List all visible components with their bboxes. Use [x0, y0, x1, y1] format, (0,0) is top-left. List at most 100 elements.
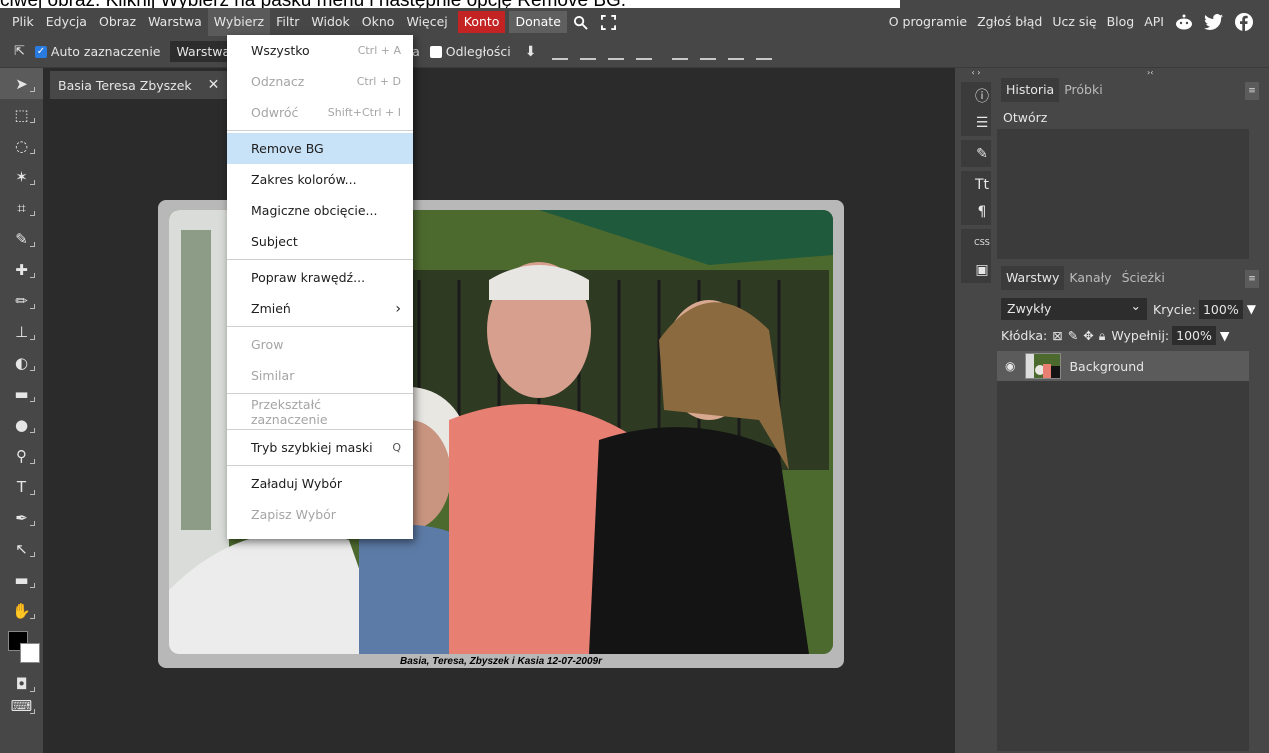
distribute-horizontal-icon[interactable] [756, 44, 773, 60]
pen-tool[interactable]: ✒ [0, 502, 43, 533]
menu-item-similar[interactable]: Similar [227, 360, 413, 391]
lock-all-icon[interactable]: 🔒︎ [1099, 328, 1106, 344]
move-tool[interactable]: ➤ [0, 68, 43, 99]
tab-probki[interactable]: Próbki [1059, 78, 1107, 102]
tab-warstwy[interactable]: Warstwy [1001, 266, 1065, 290]
shape-tool[interactable]: ▬ [0, 564, 43, 595]
image-icon[interactable]: ▣ [967, 256, 997, 283]
gradient-tool[interactable]: ▬ [0, 378, 43, 409]
keyboard-icon[interactable]: ⌨ [0, 690, 43, 721]
distribute-top-icon[interactable] [672, 44, 689, 60]
opacity-input[interactable]: 100% [1198, 299, 1243, 319]
link-o-programie[interactable]: O programie [884, 8, 972, 36]
crop-tool[interactable]: ⌗ [0, 192, 43, 223]
layer-row-background[interactable]: ◉ Background [997, 351, 1249, 381]
distribute-bottom-icon[interactable] [728, 44, 745, 60]
wybierz-dropdown-menu: Wszystko Ctrl + A Odznacz Ctrl + D Odwró… [227, 35, 413, 539]
menu-item-zmien[interactable]: Zmień › [227, 293, 413, 324]
menu-wiecej[interactable]: Więcej [400, 8, 453, 36]
character-icon[interactable]: Tt [967, 171, 997, 198]
align-center-icon[interactable] [580, 44, 597, 60]
brush-tool[interactable]: ✏ [0, 285, 43, 316]
link-blog[interactable]: Blog [1102, 8, 1140, 36]
menu-wybierz[interactable]: Wybierz [207, 8, 271, 36]
align-right-icon[interactable] [608, 44, 625, 60]
magic-wand-tool[interactable]: ✶ [0, 161, 43, 192]
lock-move-icon[interactable]: ✥ [1083, 328, 1093, 343]
blend-mode-select[interactable]: Zwykły [1001, 298, 1147, 320]
link-api[interactable]: API [1139, 8, 1169, 36]
search-icon[interactable] [571, 12, 591, 32]
adjustments-icon[interactable]: ☰ [967, 109, 997, 136]
align-left-icon[interactable] [552, 44, 569, 60]
link-ucz-sie[interactable]: Ucz się [1047, 8, 1101, 36]
layers-menu-icon[interactable]: ≡ [1245, 270, 1259, 288]
dodge-tool[interactable]: ⚲ [0, 440, 43, 471]
menu-item-magiczne-obciecie[interactable]: Magiczne obcięcie... [227, 195, 413, 226]
fullscreen-icon[interactable] [599, 12, 619, 32]
distances-checkbox[interactable] [429, 45, 442, 58]
close-icon[interactable]: ✕ [208, 77, 220, 93]
menu-item-odwroc[interactable]: Odwróć Shift+Ctrl + I [227, 97, 413, 128]
align-vertical-icon[interactable] [636, 44, 653, 60]
facebook-icon[interactable] [1234, 12, 1254, 32]
menu-item-popraw-krawedz[interactable]: Popraw krawędź... [227, 262, 413, 293]
path-select-tool[interactable]: ↖ [0, 533, 43, 564]
fill-input[interactable]: 100% [1172, 326, 1216, 345]
lock-transparency-icon[interactable]: ⊠ [1052, 328, 1062, 343]
menu-plik[interactable]: Plik [6, 8, 40, 36]
info-icon[interactable]: ⓘ [967, 82, 997, 109]
menu-warstwa[interactable]: Warstwa [142, 8, 208, 36]
history-entry[interactable]: Otwórz [997, 106, 1249, 129]
menu-edycja[interactable]: Edycja [40, 8, 93, 36]
link-zglos-blad[interactable]: Zgłoś błąd [972, 8, 1047, 36]
menu-item-grow[interactable]: Grow [227, 329, 413, 360]
marquee-tool[interactable]: ⬚ [0, 99, 43, 130]
menu-okno[interactable]: Okno [356, 8, 401, 36]
auto-select-checkbox[interactable]: ✓ [34, 45, 47, 58]
distribute-middle-icon[interactable] [700, 44, 717, 60]
css-icon[interactable]: CSS [967, 229, 997, 256]
menu-item-odznacz[interactable]: Odznacz Ctrl + D [227, 66, 413, 97]
lasso-tool[interactable]: ◌ [0, 130, 43, 161]
visibility-eye-icon[interactable]: ◉ [1005, 359, 1015, 373]
tab-sciezki[interactable]: Ścieżki [1117, 266, 1170, 290]
opacity-dropdown-icon[interactable]: ▼ [1247, 302, 1256, 316]
hand-tool[interactable]: ✋ [0, 595, 43, 626]
menu-item-zaladuj-wybor[interactable]: Załaduj Wybór [227, 468, 413, 499]
tab-historia[interactable]: Historia [1001, 78, 1060, 102]
menu-item-zapisz-wybor[interactable]: Zapisz Wybór [227, 499, 413, 530]
twitter-icon[interactable] [1204, 12, 1224, 32]
menu-item-subject[interactable]: Subject [227, 226, 413, 257]
menu-widok[interactable]: Widok [305, 8, 355, 36]
menu-obraz[interactable]: Obraz [93, 8, 142, 36]
menu-item-remove-bg[interactable]: Remove BG [227, 133, 413, 164]
tab-kanaly[interactable]: Kanały [1064, 266, 1116, 290]
stamp-tool[interactable]: ⊥ [0, 316, 43, 347]
menu-item-zakres-kolorow[interactable]: Zakres kolorów... [227, 164, 413, 195]
konto-button[interactable]: Konto [457, 11, 506, 33]
document-tab[interactable]: Basia Teresa Zbyszek ✕ [50, 71, 230, 99]
brush-settings-icon[interactable]: ✎ [967, 140, 997, 167]
download-icon[interactable]: ⬇ [525, 44, 537, 60]
menu-item-label: Similar [251, 368, 295, 383]
paragraph-icon[interactable]: ¶ [967, 198, 997, 225]
donate-button[interactable]: Donate [509, 11, 567, 33]
menu-item-wszystko[interactable]: Wszystko Ctrl + A [227, 35, 413, 66]
eyedropper-tool[interactable]: ✎ [0, 223, 43, 254]
lock-paint-icon[interactable]: ✎ [1068, 328, 1078, 343]
collapse-left-icon[interactable]: ‹ › [955, 68, 997, 78]
healing-tool[interactable]: ✚ [0, 254, 43, 285]
menu-item-tryb-szybkiej-maski[interactable]: Tryb szybkiej maski Q [227, 432, 413, 463]
background-color[interactable] [20, 643, 40, 663]
menu-filtr[interactable]: Filtr [270, 8, 305, 36]
fill-dropdown-icon[interactable]: ▼ [1220, 328, 1230, 343]
eraser-tool[interactable]: ◐ [0, 347, 43, 378]
blur-tool[interactable]: ● [0, 409, 43, 440]
history-menu-icon[interactable]: ≡ [1245, 82, 1259, 100]
menu-item-label: Wszystko [251, 43, 310, 58]
text-tool[interactable]: T [0, 471, 43, 502]
color-swatches[interactable] [8, 631, 42, 665]
reddit-icon[interactable] [1174, 12, 1194, 32]
menu-item-przeksztalc-zaznaczenie[interactable]: Przekształć zaznaczenie [227, 396, 413, 427]
